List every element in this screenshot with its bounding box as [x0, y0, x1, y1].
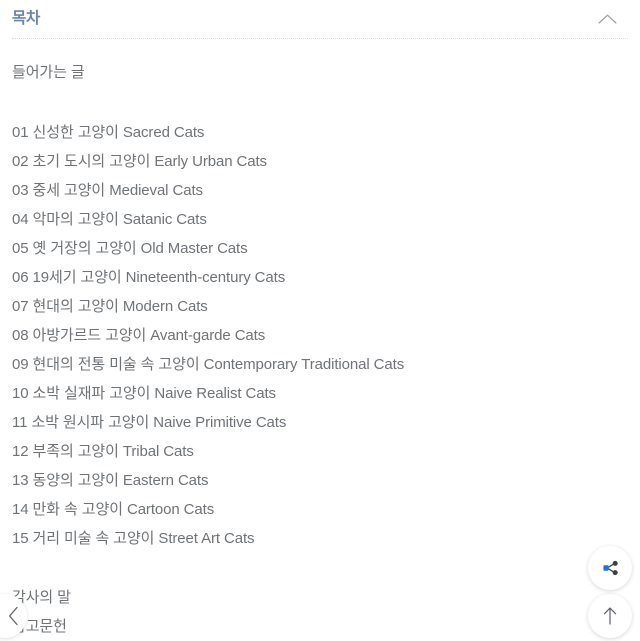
scroll-to-top-button[interactable]: [588, 594, 632, 638]
list-item[interactable]: 15 거리 미술 속 고양이 Street Art Cats: [12, 524, 628, 553]
toc-entry-lead[interactable]: 들어가는 글: [12, 58, 628, 87]
table-of-contents-panel: 목차 들어가는 글 01 신성한 고양이 Sacred Cats 02 초기 도…: [0, 0, 640, 640]
list-item[interactable]: 05 옛 거장의 고양이 Old Master Cats: [12, 234, 628, 263]
page-title: 목차: [12, 10, 41, 27]
toc-header: 목차: [0, 0, 640, 38]
list-item[interactable]: 07 현대의 고양이 Modern Cats: [12, 292, 628, 321]
chevron-left-icon: [8, 606, 18, 626]
toc-entry-bibliography[interactable]: 참고문헌: [12, 612, 628, 641]
toc-list: 들어가는 글 01 신성한 고양이 Sacred Cats 02 초기 도시의 …: [0, 48, 640, 641]
arrow-up-icon: [603, 607, 617, 625]
share-icon: [603, 560, 618, 576]
list-item[interactable]: 12 부족의 고양이 Tribal Cats: [12, 437, 628, 466]
list-spacer-tail: [12, 553, 628, 583]
list-item[interactable]: 13 동양의 고양이 Eastern Cats: [12, 466, 628, 495]
list-item[interactable]: 03 중세 고양이 Medieval Cats: [12, 176, 628, 205]
list-item[interactable]: 11 소박 원시파 고양이 Naive Primitive Cats: [12, 408, 628, 437]
list-item[interactable]: 10 소박 실재파 고양이 Naive Realist Cats: [12, 379, 628, 408]
list-item[interactable]: 04 악마의 고양이 Satanic Cats: [12, 205, 628, 234]
chevron-up-icon: [597, 14, 617, 24]
toc-entry-acknowledgements[interactable]: 감사의 말: [12, 583, 628, 612]
list-item[interactable]: 01 신성한 고양이 Sacred Cats: [12, 118, 628, 147]
list-item[interactable]: 14 만화 속 고양이 Cartoon Cats: [12, 495, 628, 524]
list-item[interactable]: 06 19세기 고양이 Nineteenth-century Cats: [12, 263, 628, 292]
list-item[interactable]: 02 초기 도시의 고양이 Early Urban Cats: [12, 147, 628, 176]
header-divider: [12, 38, 628, 40]
share-button[interactable]: [588, 546, 632, 590]
list-item[interactable]: 09 현대의 전통 미술 속 고양이 Contemporary Traditio…: [12, 350, 628, 379]
collapse-toc-button[interactable]: [590, 4, 624, 34]
list-item[interactable]: 08 아방가르드 고양이 Avant-garde Cats: [12, 321, 628, 350]
